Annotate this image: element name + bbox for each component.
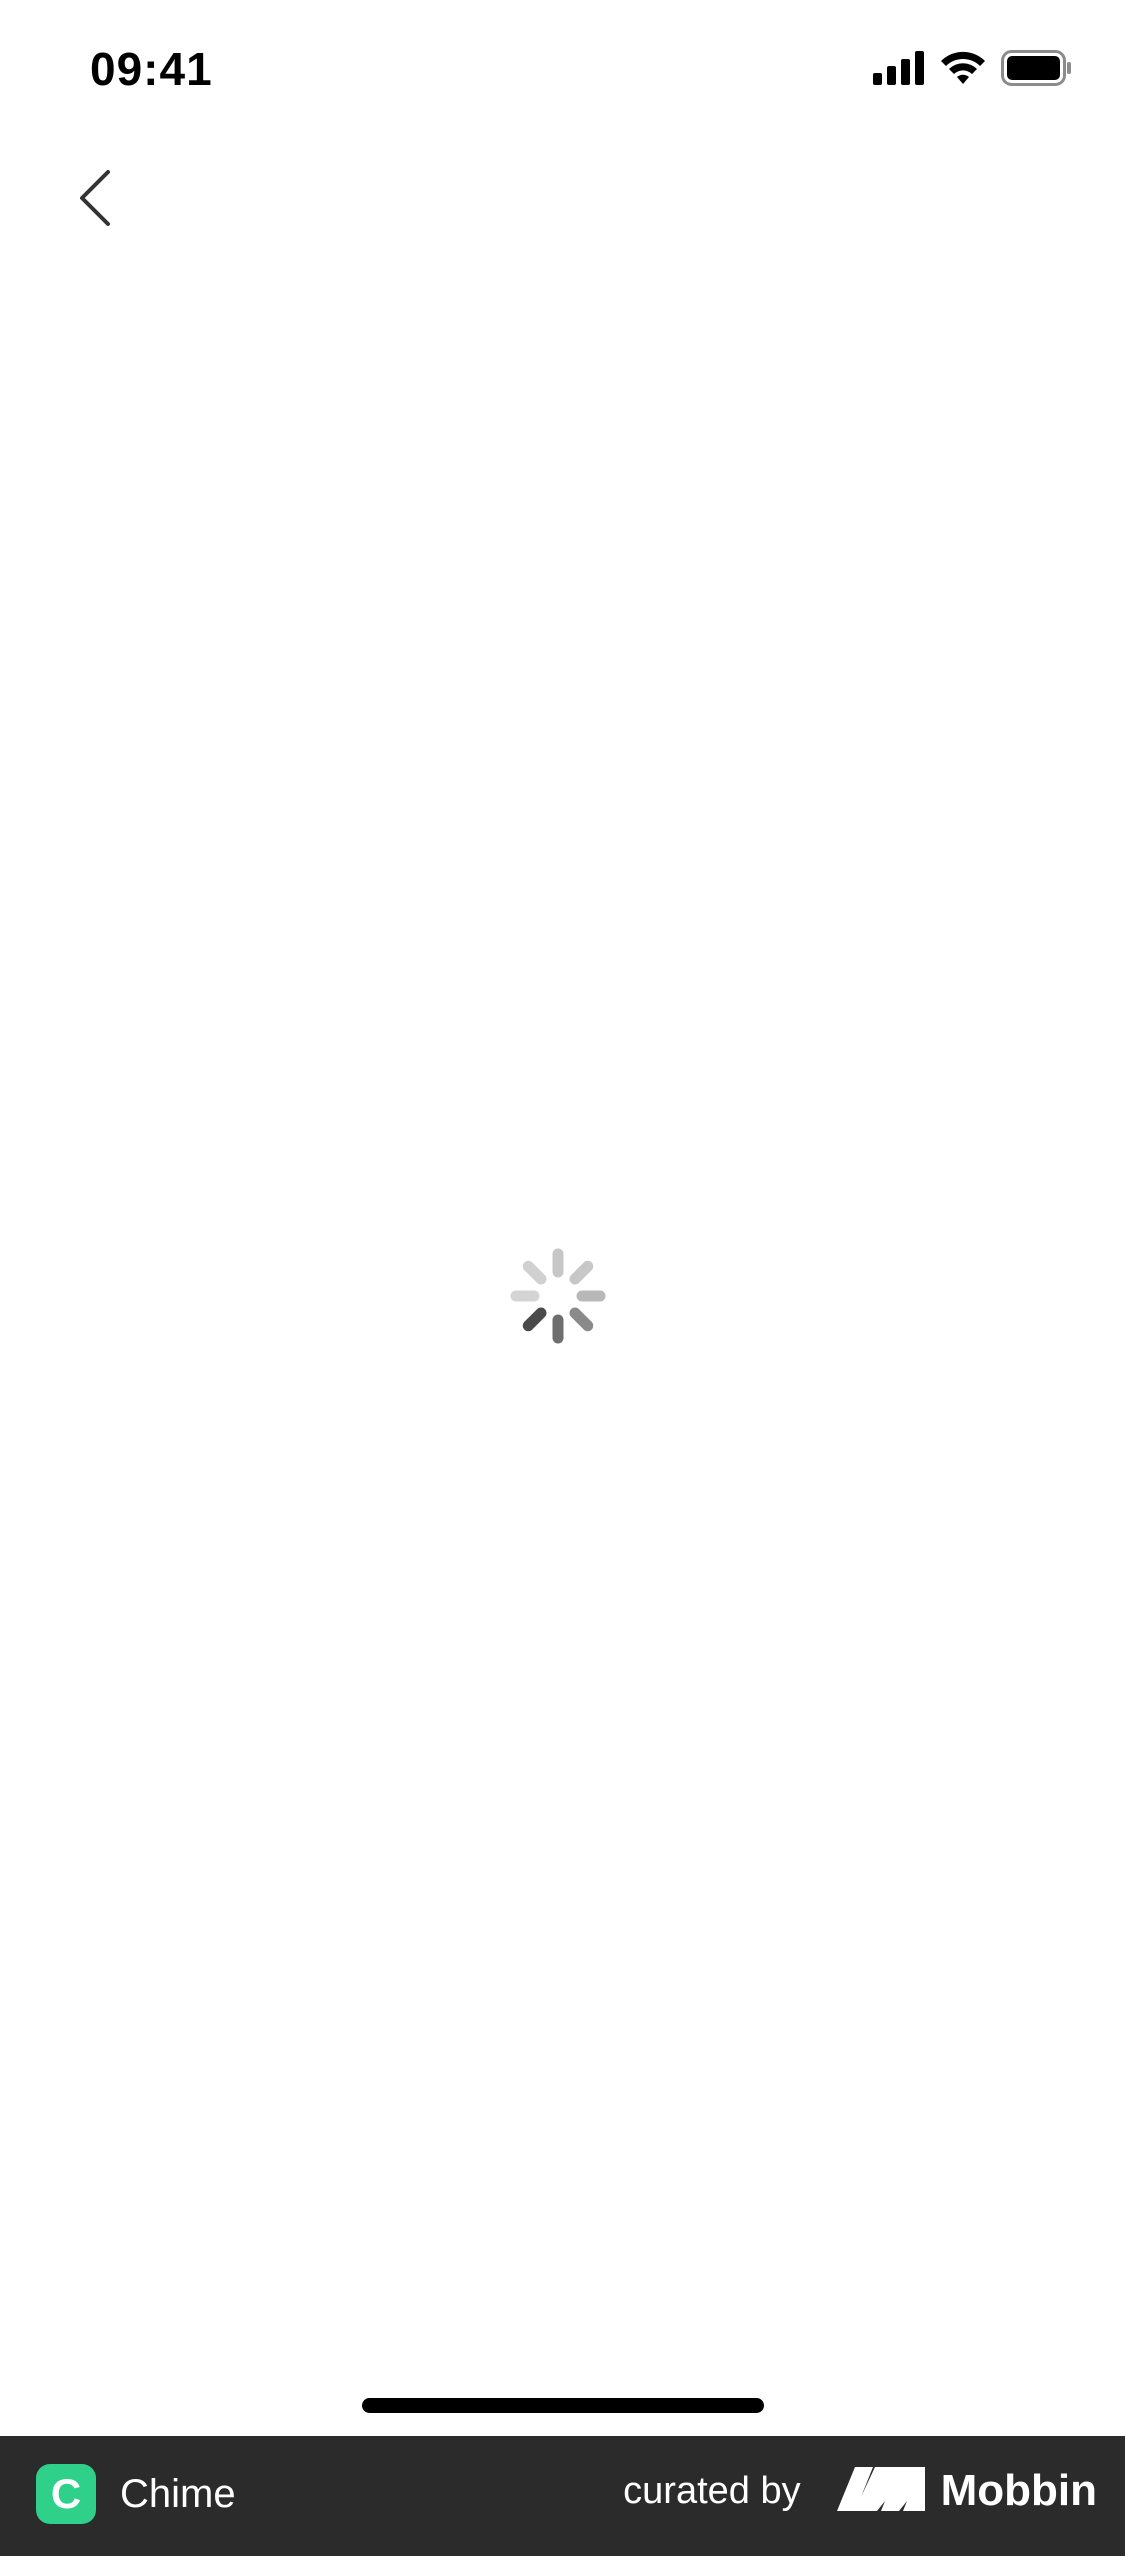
- curated-by-label: curated by: [623, 2469, 801, 2512]
- mobbin-name: Mobbin: [940, 2466, 1097, 2515]
- battery-icon: [1001, 50, 1073, 91]
- chevron-left-icon: [78, 169, 112, 232]
- status-time: 09:41: [90, 43, 213, 95]
- activity-spinner-icon: [508, 1248, 608, 1350]
- home-indicator: [362, 2398, 764, 2413]
- footer-bar: C Chime curated by Mobbin: [0, 2436, 1125, 2556]
- loading-spinner: [508, 1246, 608, 1346]
- app-logo: C: [36, 2464, 96, 2524]
- footer-credit: curated by Mobbin: [623, 2466, 1097, 2516]
- status-icons: [873, 50, 1073, 91]
- mobbin-brand: Mobbin: [836, 2466, 1097, 2516]
- cellular-signal-icon: [873, 51, 925, 90]
- app-name: Chime: [120, 2471, 236, 2516]
- back-button[interactable]: [60, 160, 130, 240]
- mobbin-logo-icon: [836, 2466, 925, 2516]
- wifi-icon: [939, 50, 987, 91]
- status-bar: 09:41: [0, 0, 1125, 140]
- footer-app: C Chime: [36, 2464, 236, 2524]
